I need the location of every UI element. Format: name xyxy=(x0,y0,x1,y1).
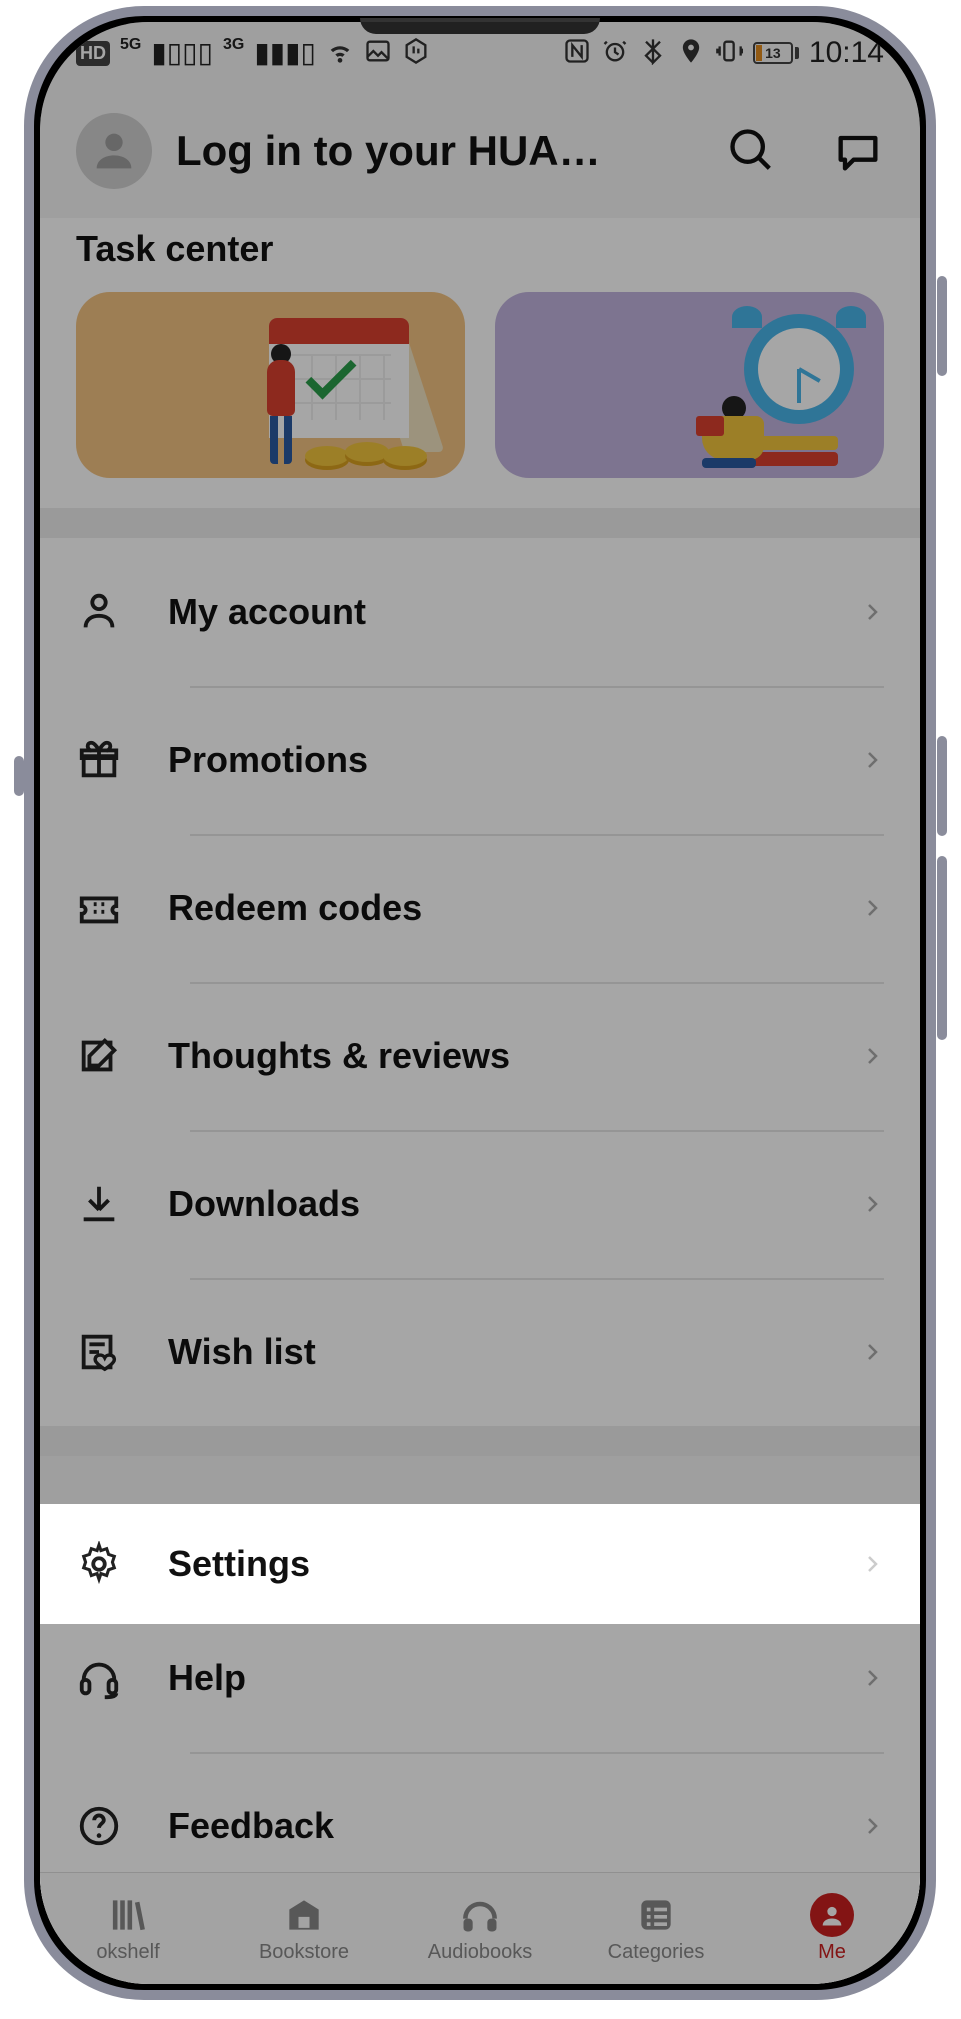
chevron-right-icon xyxy=(860,1552,884,1576)
phone-side-button-left xyxy=(14,756,24,796)
signal-2-label: 3G xyxy=(223,36,244,54)
chat-icon[interactable] xyxy=(832,125,884,177)
wishlist-icon xyxy=(76,1329,122,1375)
hand-icon xyxy=(402,37,430,70)
menu-wish-list[interactable]: Wish list xyxy=(40,1278,920,1426)
menu-label: Feedback xyxy=(168,1805,860,1847)
headphones-icon xyxy=(458,1893,502,1937)
categories-icon xyxy=(634,1893,678,1937)
signal-1-icon: ▮▯▯▯ xyxy=(151,39,213,67)
chevron-right-icon xyxy=(860,1666,884,1690)
task-center-section: Task center xyxy=(40,218,920,508)
task-card-reading-time[interactable] xyxy=(495,292,884,478)
menu-thoughts-reviews[interactable]: Thoughts & reviews xyxy=(40,982,920,1130)
clock-text: 10:14 xyxy=(809,36,884,70)
vibrate-icon xyxy=(715,37,743,70)
chevron-right-icon xyxy=(860,600,884,624)
chevron-right-icon xyxy=(860,1340,884,1364)
edit-icon xyxy=(76,1033,122,1079)
menu-label: Thoughts & reviews xyxy=(168,1035,860,1077)
download-icon xyxy=(76,1181,122,1227)
task-center-title: Task center xyxy=(76,228,884,270)
bookstore-icon xyxy=(282,1893,326,1937)
menu-help[interactable]: Help xyxy=(40,1604,920,1752)
section-divider xyxy=(40,1426,920,1456)
location-icon xyxy=(677,37,705,70)
menu-downloads[interactable]: Downloads xyxy=(40,1130,920,1278)
phone-side-button xyxy=(937,276,947,376)
headset-icon xyxy=(76,1655,122,1701)
question-icon xyxy=(76,1803,122,1849)
nav-label: Audiobooks xyxy=(424,1941,537,1964)
person-icon xyxy=(76,589,122,635)
picture-icon xyxy=(364,37,392,70)
bookshelf-icon xyxy=(106,1893,150,1937)
nav-categories[interactable]: Categories xyxy=(568,1873,744,1984)
profile-header: Log in to your HUA… xyxy=(40,84,920,218)
screen: HD 5G ▮▯▯▯ 3G ▮▮▮▯ xyxy=(40,22,920,1984)
menu-promotions[interactable]: Promotions xyxy=(40,686,920,834)
menu-redeem-codes[interactable]: Redeem codes xyxy=(40,834,920,982)
hd-badge: HD xyxy=(76,41,110,66)
chevron-right-icon xyxy=(860,1192,884,1216)
section-divider xyxy=(40,508,920,538)
chevron-right-icon xyxy=(860,1044,884,1068)
menu-label: My account xyxy=(168,591,860,633)
battery-icon: 13 xyxy=(753,42,799,64)
phone-frame: HD 5G ▮▯▯▯ 3G ▮▮▮▯ xyxy=(24,6,936,2000)
gear-icon xyxy=(76,1541,122,1587)
menu-label: Help xyxy=(168,1657,860,1699)
nav-audiobooks[interactable]: Audiobooks xyxy=(392,1873,568,1984)
menu-settings[interactable]: Settings xyxy=(40,1504,920,1624)
phone-earpiece xyxy=(360,18,600,34)
highlighted-settings-row: Settings xyxy=(40,1504,920,1624)
gift-icon xyxy=(76,737,122,783)
task-card-checkin[interactable] xyxy=(76,292,465,478)
wifi-icon xyxy=(326,37,354,70)
menu-label: Settings xyxy=(168,1543,860,1585)
phone-volume-down xyxy=(937,856,947,1040)
menu-label: Downloads xyxy=(168,1183,860,1225)
alarm-icon xyxy=(601,37,629,70)
bottom-nav: okshelf Bookstore Audiobooks Categories … xyxy=(40,1872,920,1984)
nav-me[interactable]: Me xyxy=(744,1873,920,1984)
nfc-icon xyxy=(563,37,591,70)
bluetooth-icon xyxy=(639,37,667,70)
chevron-right-icon xyxy=(860,1814,884,1838)
nav-label: okshelf xyxy=(92,1941,163,1964)
chevron-right-icon xyxy=(860,896,884,920)
signal-1-label: 5G xyxy=(120,36,141,54)
login-title[interactable]: Log in to your HUA… xyxy=(176,127,702,175)
avatar-icon[interactable] xyxy=(76,113,152,189)
me-avatar-icon xyxy=(810,1893,854,1937)
menu-block-1: My account Promotions Redeem codes Thoug… xyxy=(40,538,920,1426)
phone-volume-up xyxy=(937,736,947,836)
nav-bookstore[interactable]: Bookstore xyxy=(216,1873,392,1984)
search-icon[interactable] xyxy=(726,125,778,177)
signal-2-icon: ▮▮▮▯ xyxy=(254,39,316,67)
nav-bookshelf[interactable]: okshelf xyxy=(40,1873,216,1984)
nav-label: Bookstore xyxy=(255,1941,353,1964)
menu-label: Promotions xyxy=(168,739,860,781)
chevron-right-icon xyxy=(860,748,884,772)
nav-label: Me xyxy=(814,1941,850,1964)
menu-label: Wish list xyxy=(168,1331,860,1373)
menu-my-account[interactable]: My account xyxy=(40,538,920,686)
menu-label: Redeem codes xyxy=(168,887,860,929)
nav-label: Categories xyxy=(604,1941,709,1964)
ticket-icon xyxy=(76,885,122,931)
